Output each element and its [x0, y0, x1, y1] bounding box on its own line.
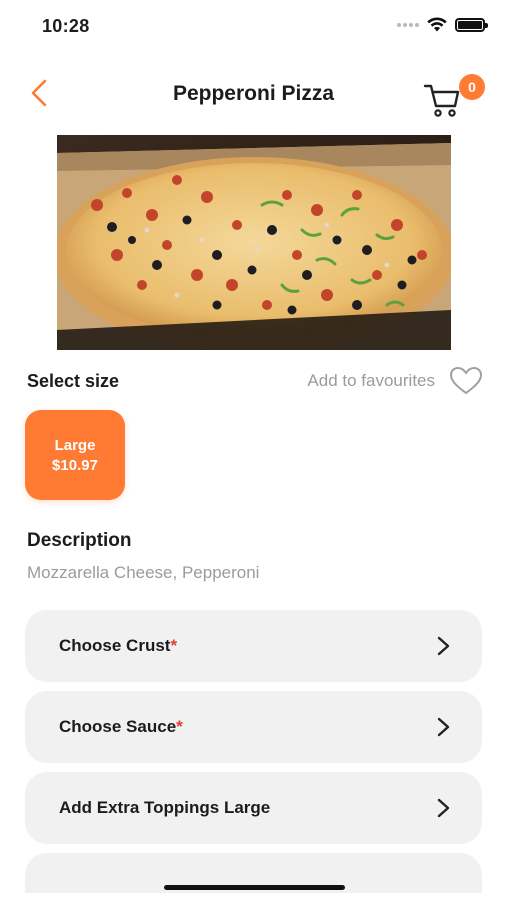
- home-indicator: [164, 885, 345, 890]
- cart-count-badge: 0: [459, 74, 485, 100]
- size-section-header: Select size Add to favourites: [27, 366, 483, 396]
- option-label: Choose Crust*: [59, 636, 178, 655]
- heart-icon: [449, 366, 483, 395]
- pizza-image: [57, 135, 451, 350]
- chevron-right-icon: [437, 798, 450, 818]
- battery-icon: [455, 17, 488, 32]
- chevron-right-icon: [437, 717, 450, 737]
- size-option-name: Large: [54, 436, 96, 454]
- choose-sauce-row[interactable]: Choose Sauce*: [25, 691, 482, 763]
- status-icons: [397, 17, 488, 32]
- wifi-icon: [427, 17, 447, 32]
- required-marker: *: [170, 636, 178, 655]
- add-to-favourites-button[interactable]: Add to favourites: [307, 366, 483, 396]
- option-label: Add Extra Toppings Large: [59, 798, 271, 817]
- cellular-signal-icon: [397, 22, 419, 27]
- status-time: 10:28: [42, 16, 90, 36]
- chevron-right-icon: [437, 636, 450, 656]
- size-option-price: $10.97: [52, 456, 98, 474]
- description-text: Mozzarella Cheese, Pepperoni: [27, 563, 260, 582]
- required-marker: *: [176, 717, 183, 736]
- product-image: [57, 135, 451, 350]
- description-heading: Description: [27, 530, 132, 551]
- customization-options: Choose Crust* Choose Sauce* Add Extra To…: [25, 610, 482, 900]
- cart-button[interactable]: 0: [423, 68, 485, 120]
- status-bar: 10:28: [0, 0, 507, 50]
- nav-bar: Pepperoni Pizza 0: [0, 62, 507, 126]
- option-label: Choose Sauce*: [59, 717, 183, 736]
- add-to-favourites-label: Add to favourites: [307, 371, 435, 390]
- choose-crust-row[interactable]: Choose Crust*: [25, 610, 482, 682]
- add-extra-toppings-row[interactable]: Add Extra Toppings Large: [25, 772, 482, 844]
- cart-icon: [423, 84, 460, 117]
- size-option-large[interactable]: Large $10.97: [25, 410, 125, 500]
- select-size-heading: Select size: [27, 371, 120, 391]
